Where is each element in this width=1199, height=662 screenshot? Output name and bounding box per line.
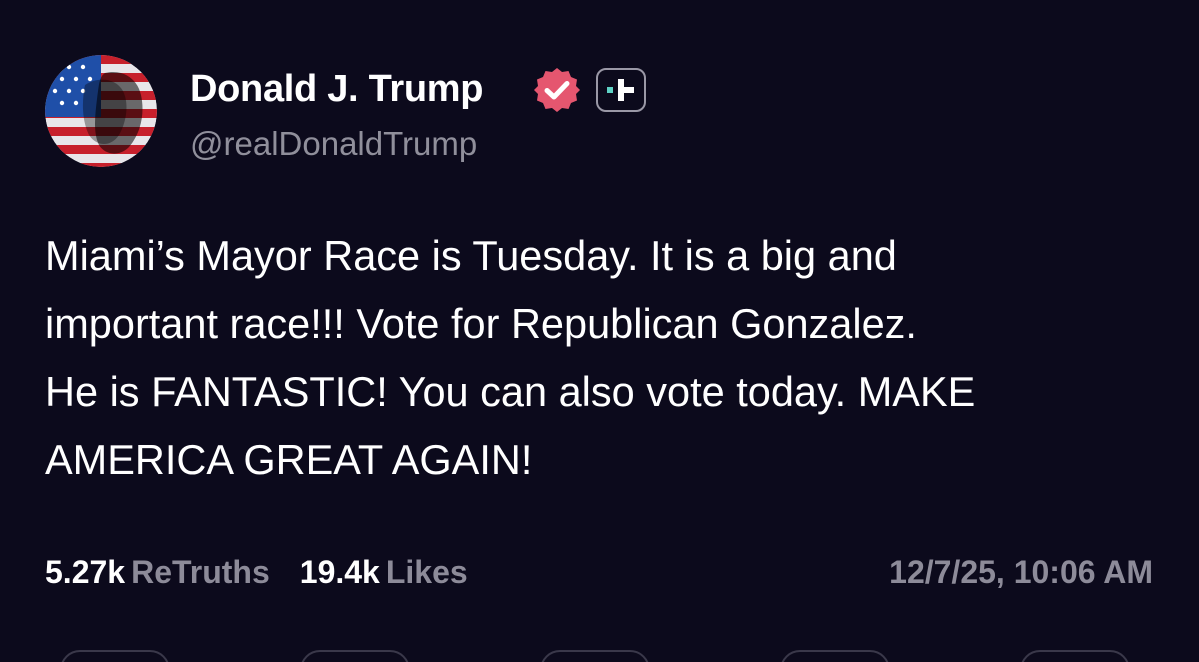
likes-label: Likes bbox=[385, 554, 468, 590]
post-timestamp: 12/7/25, 10:06 AM bbox=[889, 554, 1153, 590]
likes-stat[interactable]: 19.4k Likes bbox=[300, 550, 468, 594]
retruths-stat[interactable]: 5.27k ReTruths bbox=[45, 550, 270, 594]
author-display-name[interactable]: Donald J. Trump bbox=[190, 66, 484, 112]
author-handle[interactable]: @realDonaldTrump bbox=[190, 124, 477, 164]
post-body-line: He is FANTASTIC! You can also vote today… bbox=[45, 368, 976, 415]
avatar-image bbox=[45, 55, 157, 167]
retruths-label: ReTruths bbox=[131, 554, 270, 590]
retruths-count: 5.27k bbox=[45, 554, 126, 590]
truth-post: Donald J. Trump @realDonaldTrump Miami’s… bbox=[0, 0, 1199, 662]
reply-action-button[interactable] bbox=[60, 650, 170, 662]
post-body-line: Miami’s Mayor Race is Tuesday. It is a b… bbox=[45, 232, 897, 279]
post-body-line: important race!!! Vote for Republican Go… bbox=[45, 300, 917, 347]
verified-badge-icon bbox=[532, 65, 582, 115]
likes-count: 19.4k bbox=[299, 554, 380, 590]
retruth-action-button[interactable] bbox=[300, 650, 410, 662]
plus-subscription-icon[interactable] bbox=[596, 68, 646, 112]
author-avatar[interactable] bbox=[45, 55, 157, 167]
share-action-button[interactable] bbox=[780, 650, 890, 662]
post-stats: 5.27k ReTruths 19.4k Likes bbox=[45, 550, 468, 594]
like-action-button[interactable] bbox=[540, 650, 650, 662]
more-action-button[interactable] bbox=[1020, 650, 1130, 662]
post-body: Miami’s Mayor Race is Tuesday. It is a b… bbox=[45, 222, 1175, 494]
post-body-line: AMERICA GREAT AGAIN! bbox=[45, 436, 533, 483]
